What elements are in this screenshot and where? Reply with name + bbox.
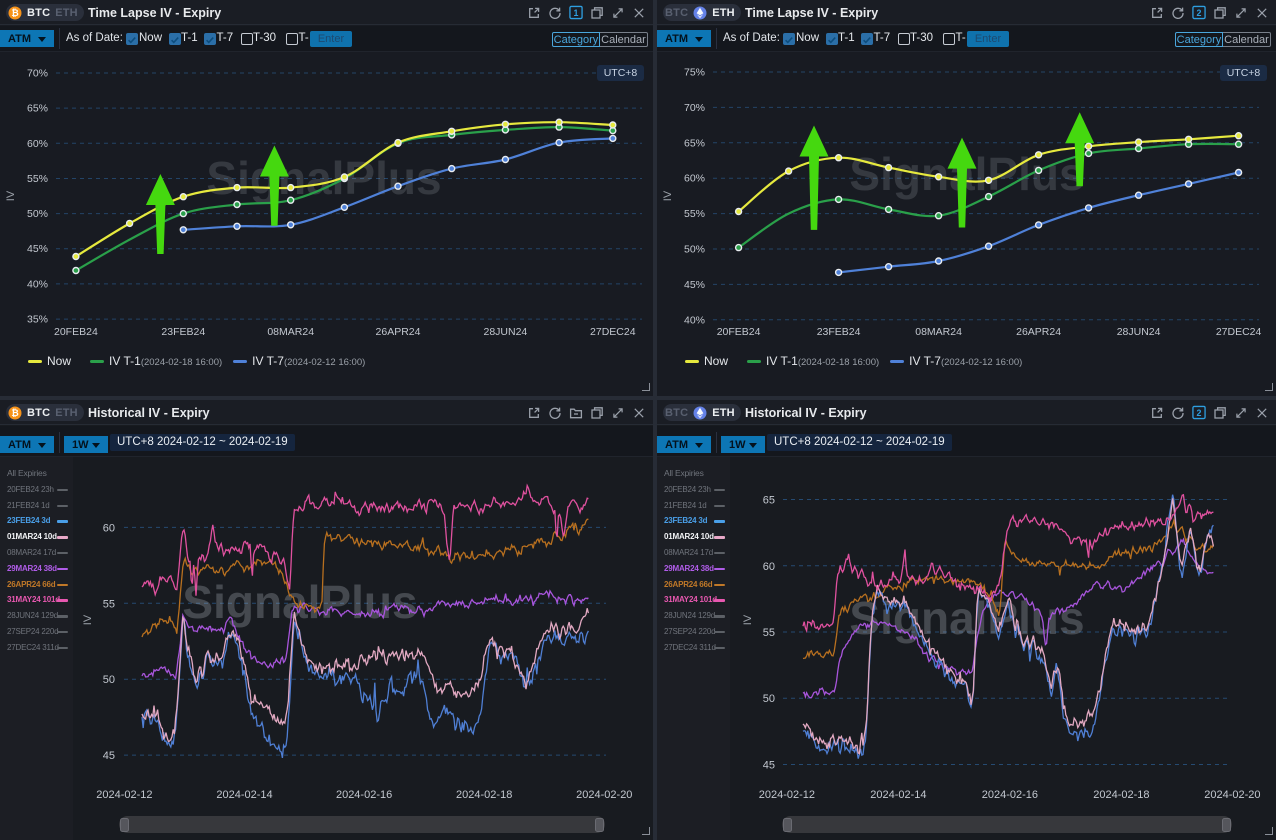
svg-text:IV: IV	[742, 614, 754, 625]
svg-text:60%: 60%	[684, 173, 705, 185]
svg-text:45%: 45%	[684, 279, 705, 291]
svg-text:₿: ₿	[11, 8, 18, 18]
svg-text:SignalPlus: SignalPlus	[206, 152, 441, 204]
svg-text:40%: 40%	[27, 278, 48, 290]
svg-text:35%: 35%	[27, 314, 48, 326]
svg-text:2: 2	[1197, 408, 1202, 418]
svg-text:08MAR24: 08MAR24	[267, 326, 314, 338]
svg-text:26APR24: 26APR24	[376, 326, 421, 338]
svg-text:2024-02-14: 2024-02-14	[870, 789, 926, 801]
svg-text:45%: 45%	[27, 243, 48, 255]
svg-text:IV: IV	[5, 190, 17, 201]
svg-text:2024-02-20: 2024-02-20	[1204, 789, 1260, 801]
svg-text:65: 65	[763, 495, 775, 507]
svg-text:2024-02-12: 2024-02-12	[759, 789, 815, 801]
svg-text:27DEC24: 27DEC24	[1216, 326, 1262, 338]
svg-text:55: 55	[103, 598, 115, 610]
svg-text:23FEB24: 23FEB24	[817, 326, 861, 338]
svg-text:2024-02-12: 2024-02-12	[96, 789, 152, 801]
svg-text:2024-02-16: 2024-02-16	[336, 789, 392, 801]
svg-text:27DEC24: 27DEC24	[590, 326, 636, 338]
svg-text:20FEB24: 20FEB24	[54, 326, 98, 338]
svg-text:45: 45	[103, 750, 115, 762]
svg-text:2024-02-18: 2024-02-18	[456, 789, 512, 801]
svg-text:60: 60	[103, 522, 115, 534]
svg-text:08MAR24: 08MAR24	[915, 326, 962, 338]
svg-text:2024-02-20: 2024-02-20	[576, 789, 632, 801]
svg-text:20FEB24: 20FEB24	[717, 326, 761, 338]
svg-text:75%: 75%	[684, 67, 705, 79]
svg-text:70%: 70%	[27, 68, 48, 80]
svg-text:2024-02-18: 2024-02-18	[1093, 789, 1149, 801]
svg-text:40%: 40%	[684, 314, 705, 326]
svg-text:28JUN24: 28JUN24	[1117, 326, 1161, 338]
svg-text:65%: 65%	[27, 103, 48, 115]
svg-text:55%: 55%	[27, 173, 48, 185]
svg-text:₿: ₿	[11, 408, 18, 418]
svg-text:50: 50	[103, 674, 115, 686]
svg-text:60%: 60%	[27, 138, 48, 150]
svg-text:26APR24: 26APR24	[1016, 326, 1061, 338]
svg-text:60: 60	[763, 561, 775, 573]
svg-text:IV: IV	[82, 614, 94, 625]
svg-text:1: 1	[574, 8, 579, 18]
svg-text:65%: 65%	[684, 137, 705, 149]
svg-text:50%: 50%	[684, 244, 705, 256]
svg-text:2024-02-16: 2024-02-16	[982, 789, 1038, 801]
svg-text:50%: 50%	[27, 208, 48, 220]
svg-text:55: 55	[763, 627, 775, 639]
svg-text:70%: 70%	[684, 102, 705, 114]
svg-text:IV: IV	[662, 190, 674, 201]
svg-text:28JUN24: 28JUN24	[484, 326, 528, 338]
svg-text:55%: 55%	[684, 208, 705, 220]
svg-text:50: 50	[763, 693, 775, 705]
svg-text:2: 2	[1197, 8, 1202, 18]
svg-text:2024-02-14: 2024-02-14	[216, 789, 272, 801]
svg-text:23FEB24: 23FEB24	[161, 326, 205, 338]
svg-text:45: 45	[763, 760, 775, 772]
